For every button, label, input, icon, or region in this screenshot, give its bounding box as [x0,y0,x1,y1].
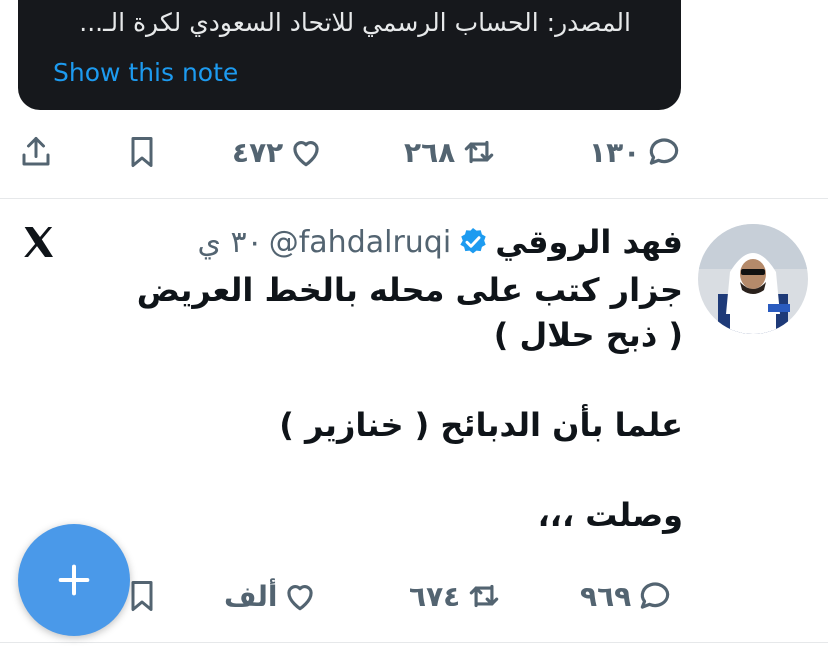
avatar[interactable] [698,224,808,334]
tweet-divider [0,198,828,199]
share-icon [22,137,50,166]
reply-icon [641,582,670,609]
repost-button[interactable]: ٢٦٨ [400,130,499,174]
community-note-text: المصدر: الحساب الرسمي للاتحاد السعودي لك… [79,8,631,37]
verified-badge-icon [460,228,486,254]
reply-count: ٩٦٩ [580,579,632,613]
bookmark-button[interactable] [124,130,160,174]
show-note-link[interactable]: Show this note [53,58,238,87]
repost-count: ٢٦٨ [404,135,456,169]
tweet-text-line: ( ذبح حلال ) [493,316,683,354]
repost-count: ٦٧٤ [409,579,461,613]
repost-icon [465,140,494,164]
tweet-text-line: علما بأن الدبائح ( خنازير ) [279,406,683,444]
bookmark-icon [131,137,153,167]
community-note-card: المصدر: الحساب الرسمي للاتحاد السعودي لك… [18,0,681,110]
tweet-time: ٣٠ ي [197,224,263,260]
reply-icon [650,138,679,165]
heart-icon [293,141,319,167]
reply-button[interactable]: ٩٦٩ [576,574,675,618]
like-button[interactable]: ٤٧٢ [228,130,325,174]
tweet-header: فهد الروقي @fahdalruqi ٣٠ ي [197,222,683,262]
repost-button[interactable]: ٦٧٤ [405,574,504,618]
tweet-text-line: وصلت ،،، [537,496,683,534]
like-button[interactable]: ألف [220,574,319,618]
author-handle[interactable]: @fahdalruqi [269,225,451,260]
tweet-text: جزار كتب على محله بالخط العريض ( ذبح حلا… [83,268,683,538]
repost-icon [470,584,499,608]
tweet-text-line: جزار كتب على محله بالخط العريض [136,271,683,309]
x-logo-icon [18,222,58,266]
tweet-divider [0,642,828,643]
like-count: ألف [224,579,278,613]
tweet-actions-bar: ٤٧٢ ٢٦٨ ١٣٠ [0,130,828,174]
reply-button[interactable]: ١٣٠ [585,130,684,174]
reply-count: ١٣٠ [589,135,641,169]
heart-icon [287,585,314,611]
compose-button[interactable] [18,524,130,636]
share-button[interactable] [18,130,54,174]
plus-icon [58,564,90,596]
like-count: ٤٧٢ [232,135,284,169]
author-name[interactable]: فهد الروقي [495,223,683,261]
